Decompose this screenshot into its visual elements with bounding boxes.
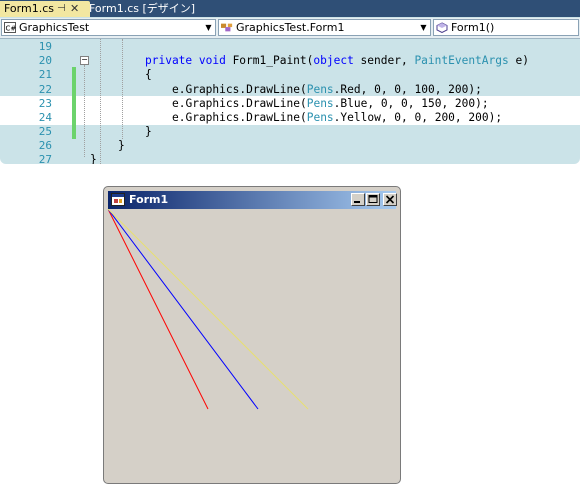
line-number: 24 — [38, 111, 52, 124]
form1-window: Form1 — [103, 186, 401, 484]
minimize-icon — [354, 201, 360, 203]
code-text: } — [118, 139, 125, 152]
tab-label: Form1.cs [デザイン] — [89, 2, 196, 15]
csharp-icon: C# — [4, 22, 16, 33]
code-text: private void Form1_Paint(object sender, … — [145, 54, 529, 67]
collapse-icon[interactable]: − — [80, 56, 89, 65]
type-dropdown[interactable]: GraphicsTest.Form1 ▼ — [218, 19, 431, 36]
outline-guide — [84, 65, 85, 157]
code-editor-window: Form1.cs ⊣ ✕ Form1.cs [デザイン] C# Graphics… — [0, 0, 580, 164]
code-text: { — [145, 68, 152, 81]
line-number: 20 — [38, 54, 52, 67]
navigation-bar: C# GraphicsTest ▼ GraphicsTest.Form1 ▼ F… — [0, 18, 580, 39]
class-dropdown-value: GraphicsTest — [19, 21, 90, 34]
line-number: 19 — [38, 40, 52, 53]
close-icon[interactable]: ✕ — [70, 1, 79, 17]
line-number: 21 — [38, 68, 52, 81]
maximize-button[interactable] — [366, 193, 380, 206]
change-marker — [72, 67, 76, 82]
change-marker — [72, 96, 76, 111]
drawn-line-2 — [108, 209, 309, 410]
line-number: 22 — [38, 83, 52, 96]
svg-text:C#: C# — [6, 25, 17, 33]
document-tab-bar: Form1.cs ⊣ ✕ Form1.cs [デザイン] — [0, 0, 580, 17]
line-number: 26 — [38, 139, 52, 152]
chevron-down-icon[interactable]: ▼ — [417, 20, 430, 35]
change-marker — [72, 82, 76, 97]
drawn-line-1 — [108, 209, 259, 410]
line-number: 25 — [38, 125, 52, 138]
tab-form1-cs[interactable]: Form1.cs ⊣ ✕ — [0, 1, 90, 17]
tab-label: Form1.cs — [4, 2, 54, 15]
class-dropdown[interactable]: C# GraphicsTest ▼ — [1, 19, 216, 36]
code-area[interactable]: 19 20 private void Form1_Paint(object se… — [0, 39, 580, 164]
code-text: e.Graphics.DrawLine(Pens.Blue, 0, 0, 150… — [172, 97, 489, 110]
code-line: 25 } — [0, 124, 580, 139]
paint-canvas — [108, 209, 309, 410]
close-button[interactable] — [383, 193, 397, 206]
maximize-icon — [368, 195, 378, 203]
code-text: } — [90, 153, 97, 164]
code-line: 19 — [0, 39, 580, 54]
tab-form1-design[interactable]: Form1.cs [デザイン] — [85, 1, 221, 17]
change-marker — [72, 110, 76, 125]
title-bar[interactable]: Form1 — [108, 191, 397, 209]
code-text: e.Graphics.DrawLine(Pens.Yellow, 0, 0, 2… — [172, 111, 503, 124]
indent-guide — [100, 39, 101, 164]
pin-icon[interactable]: ⊣ — [57, 1, 66, 17]
minimize-button[interactable] — [351, 193, 365, 206]
type-dropdown-value: GraphicsTest.Form1 — [236, 21, 345, 34]
window-title: Form1 — [129, 193, 169, 206]
member-dropdown-value: Form1() — [451, 21, 495, 34]
method-icon — [436, 22, 448, 33]
form-icon — [111, 193, 125, 206]
code-line: 21 { — [0, 67, 580, 82]
close-icon — [385, 195, 395, 204]
code-line: 24 e.Graphics.DrawLine(Pens.Yellow, 0, 0… — [0, 110, 580, 125]
code-line: 26 } — [0, 138, 580, 153]
chevron-down-icon[interactable]: ▼ — [202, 20, 215, 35]
indent-guide — [122, 39, 123, 139]
code-text: e.Graphics.DrawLine(Pens.Red, 0, 0, 100,… — [172, 83, 482, 96]
class-icon — [221, 23, 233, 32]
line-number: 27 — [38, 153, 52, 164]
code-line: 27 } — [0, 152, 580, 164]
code-line: 23 e.Graphics.DrawLine(Pens.Blue, 0, 0, … — [0, 96, 580, 111]
drawn-line-0 — [108, 209, 209, 410]
code-text: } — [145, 125, 152, 138]
line-number: 23 — [38, 97, 52, 110]
member-dropdown[interactable]: Form1() — [433, 19, 579, 36]
code-line: 22 e.Graphics.DrawLine(Pens.Red, 0, 0, 1… — [0, 82, 580, 97]
change-marker — [72, 124, 76, 139]
